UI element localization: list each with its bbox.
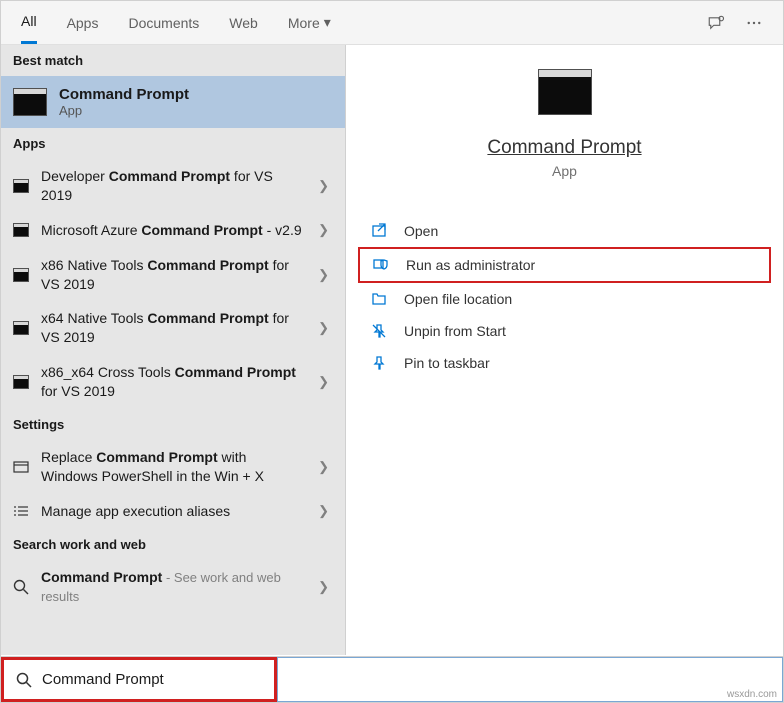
tab-more-label: More: [288, 15, 320, 31]
chevron-right-icon: ❯: [318, 459, 333, 475]
section-search-work-web: Search work and web: [1, 529, 345, 560]
chevron-right-icon: ❯: [318, 222, 333, 238]
search-input[interactable]: [42, 671, 262, 688]
command-prompt-icon: [13, 375, 29, 389]
shield-icon: [372, 257, 390, 273]
action-open-file-location[interactable]: Open file location: [358, 283, 771, 315]
action-label: Open: [404, 223, 438, 239]
command-prompt-icon: [13, 268, 29, 282]
preview-card: Command Prompt App: [366, 69, 763, 179]
tab-apps[interactable]: Apps: [67, 3, 99, 43]
watermark: wsxdn.com: [727, 689, 777, 700]
settings-item-label: Manage app execution aliases: [41, 502, 306, 521]
more-options-icon[interactable]: [745, 14, 763, 32]
app-item-label: x86_x64 Cross Tools Command Prompt for V…: [41, 363, 306, 401]
command-prompt-icon: [13, 223, 29, 237]
app-item-label: x64 Native Tools Command Prompt for VS 2…: [41, 309, 306, 347]
app-item-azure-cmd[interactable]: Microsoft Azure Command Prompt - v2.9 ❯: [1, 213, 345, 248]
search-icon: [16, 672, 32, 688]
section-best-match: Best match: [1, 45, 345, 76]
open-icon: [370, 223, 388, 239]
action-pin-to-taskbar[interactable]: Pin to taskbar: [358, 347, 771, 379]
action-run-as-administrator[interactable]: Run as administrator: [358, 247, 771, 283]
action-label: Unpin from Start: [404, 323, 506, 339]
list-icon: [13, 504, 29, 518]
command-prompt-icon: [13, 179, 29, 193]
search-bar: [1, 656, 783, 702]
unpin-icon: [370, 323, 388, 339]
app-item-label: Developer Command Prompt for VS 2019: [41, 167, 306, 205]
chevron-down-icon: ▾: [324, 14, 331, 31]
preview-panel: Command Prompt App Open Run as administr…: [346, 45, 783, 655]
preview-subtitle: App: [552, 163, 577, 179]
chevron-right-icon: ❯: [318, 267, 333, 283]
action-label: Pin to taskbar: [404, 355, 490, 371]
web-search-item[interactable]: Command Prompt - See work and web result…: [1, 560, 345, 614]
app-item-x86-native[interactable]: x86 Native Tools Command Prompt for VS 2…: [1, 248, 345, 302]
command-prompt-icon: [13, 321, 29, 335]
settings-item-aliases[interactable]: Manage app execution aliases ❯: [1, 494, 345, 529]
search-icon: [13, 580, 29, 594]
section-settings: Settings: [1, 409, 345, 440]
action-open[interactable]: Open: [358, 215, 771, 247]
chevron-right-icon: ❯: [318, 579, 333, 595]
settings-item-replace-cmd[interactable]: Replace Command Prompt with Windows Powe…: [1, 440, 345, 494]
results-panel: Best match Command Prompt App Apps Devel…: [1, 45, 346, 655]
web-search-label: Command Prompt - See work and web result…: [41, 568, 306, 606]
search-box[interactable]: [1, 657, 277, 702]
app-item-cross-tools[interactable]: x86_x64 Cross Tools Command Prompt for V…: [1, 355, 345, 409]
action-unpin-from-start[interactable]: Unpin from Start: [358, 315, 771, 347]
tab-documents[interactable]: Documents: [128, 3, 199, 43]
settings-item-label: Replace Command Prompt with Windows Powe…: [41, 448, 306, 486]
app-item-x64-native[interactable]: x64 Native Tools Command Prompt for VS 2…: [1, 301, 345, 355]
tab-web[interactable]: Web: [229, 3, 258, 43]
tab-all[interactable]: All: [21, 1, 37, 44]
action-label: Open file location: [404, 291, 512, 307]
window-icon: [13, 460, 29, 474]
search-bar-right[interactable]: [277, 657, 783, 702]
app-item-label: Microsoft Azure Command Prompt - v2.9: [41, 221, 306, 240]
chevron-right-icon: ❯: [318, 374, 333, 390]
pin-icon: [370, 355, 388, 371]
command-prompt-icon: [538, 69, 592, 115]
app-item-developer-cmd[interactable]: Developer Command Prompt for VS 2019 ❯: [1, 159, 345, 213]
app-item-label: x86 Native Tools Command Prompt for VS 2…: [41, 256, 306, 294]
action-list: Open Run as administrator Open file loca…: [358, 215, 771, 379]
tab-more[interactable]: More ▾: [288, 2, 331, 43]
command-prompt-icon: [13, 88, 47, 116]
chevron-right-icon: ❯: [318, 503, 333, 519]
preview-title[interactable]: Command Prompt: [487, 137, 641, 159]
best-match-title: Command Prompt: [59, 86, 189, 103]
section-apps: Apps: [1, 128, 345, 159]
feedback-icon[interactable]: [707, 14, 725, 32]
best-match-subtitle: App: [59, 103, 189, 118]
chevron-right-icon: ❯: [318, 320, 333, 336]
tabs-bar: All Apps Documents Web More ▾: [1, 1, 783, 45]
best-match-item[interactable]: Command Prompt App: [1, 76, 345, 128]
action-label: Run as administrator: [406, 257, 535, 273]
folder-icon: [370, 291, 388, 307]
chevron-right-icon: ❯: [318, 178, 333, 194]
